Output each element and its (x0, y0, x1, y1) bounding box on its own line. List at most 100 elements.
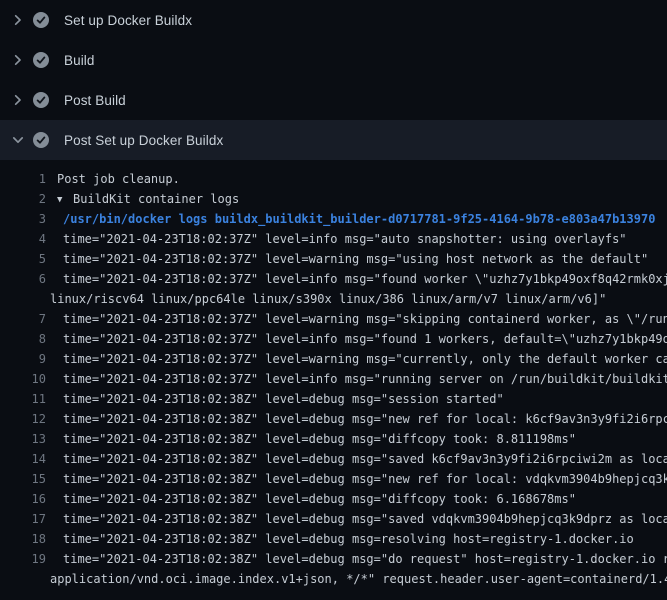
step-header-post-set-up-docker-buildx[interactable]: Post Set up Docker Buildx (0, 120, 667, 160)
log-line: 9 time="2021-04-23T18:02:37Z" level=warn… (0, 349, 667, 369)
log-line-number[interactable] (0, 569, 46, 589)
log-line: 8 time="2021-04-23T18:02:37Z" level=info… (0, 329, 667, 349)
log-line-content: time="2021-04-23T18:02:37Z" level=warnin… (63, 312, 667, 326)
log-line-content: time="2021-04-23T18:02:38Z" level=debug … (63, 512, 667, 526)
chevron-right-icon (10, 52, 26, 68)
log-line-content: time="2021-04-23T18:02:37Z" level=info m… (63, 232, 627, 246)
log-line-text: time="2021-04-23T18:02:38Z" level=debug … (46, 529, 667, 549)
log-line: 2 ▼BuildKit container logs (0, 189, 667, 209)
log-line-number[interactable]: 6 (0, 269, 46, 289)
log-line-number[interactable]: 7 (0, 309, 46, 329)
log-line: 15 time="2021-04-23T18:02:38Z" level=deb… (0, 469, 667, 489)
log-line-number[interactable]: 9 (0, 349, 46, 369)
check-circle-icon (33, 132, 49, 148)
log-line: 19 time="2021-04-23T18:02:38Z" level=deb… (0, 549, 667, 569)
log-line-number[interactable]: 16 (0, 489, 46, 509)
log-line-text: time="2021-04-23T18:02:38Z" level=debug … (46, 589, 667, 591)
log-line: 5 time="2021-04-23T18:02:37Z" level=warn… (0, 249, 667, 269)
chevron-down-icon (10, 132, 26, 148)
log-line: 1 Post job cleanup. (0, 169, 667, 189)
step-label: Post Build (64, 93, 126, 108)
log-line-content: time="2021-04-23T18:02:38Z" level=debug … (63, 452, 667, 466)
log-line-content: time="2021-04-23T18:02:37Z" level=warnin… (63, 352, 667, 366)
log-line-number[interactable]: 20 (0, 589, 46, 591)
log-line-text: linux/riscv64 linux/ppc64le linux/s390x … (46, 289, 667, 309)
log-line-text: time="2021-04-23T18:02:37Z" level=warnin… (46, 349, 667, 369)
chevron-right-icon (10, 12, 26, 28)
log-line-number[interactable]: 10 (0, 369, 46, 389)
log-line-text: application/vnd.oci.image.index.v1+json,… (46, 569, 667, 589)
log-line: application/vnd.oci.image.index.v1+json,… (0, 569, 667, 589)
log-line-text: time="2021-04-23T18:02:37Z" level=warnin… (46, 249, 667, 269)
log-line-text: time="2021-04-23T18:02:37Z" level=info m… (46, 329, 667, 349)
log-line-text: time="2021-04-23T18:02:38Z" level=debug … (46, 409, 667, 429)
log-line-content: linux/riscv64 linux/ppc64le linux/s390x … (50, 292, 606, 306)
log-line-content: time="2021-04-23T18:02:37Z" level=warnin… (63, 252, 648, 266)
log-group-toggle[interactable]: ▼BuildKit container logs (46, 189, 667, 209)
log-scroll-area[interactable]: 1 Post job cleanup. 2 ▼BuildKit containe… (0, 160, 667, 591)
log-line-number[interactable]: 15 (0, 469, 46, 489)
log-line: 20 time="2021-04-23T18:02:38Z" level=deb… (0, 589, 667, 591)
log-line: 12 time="2021-04-23T18:02:38Z" level=deb… (0, 409, 667, 429)
log-line-content: application/vnd.oci.image.index.v1+json,… (50, 572, 667, 586)
log-line: 16 time="2021-04-23T18:02:38Z" level=deb… (0, 489, 667, 509)
step-header-post-build[interactable]: Post Build (0, 80, 667, 120)
log-line-content: time="2021-04-23T18:02:37Z" level=info m… (63, 272, 667, 286)
log-line-number[interactable]: 19 (0, 549, 46, 569)
log-line-number[interactable] (0, 289, 46, 309)
log-line-number[interactable]: 4 (0, 229, 46, 249)
step-label: Post Set up Docker Buildx (64, 133, 223, 148)
step-header-build[interactable]: Build (0, 40, 667, 80)
log-line-text: time="2021-04-23T18:02:38Z" level=debug … (46, 449, 667, 469)
log-line: 14 time="2021-04-23T18:02:38Z" level=deb… (0, 449, 667, 469)
log-line-number[interactable]: 11 (0, 389, 46, 409)
check-circle-icon (33, 92, 49, 108)
log-line-number[interactable]: 1 (0, 169, 46, 189)
chevron-right-icon (10, 92, 26, 108)
log-line-content: BuildKit container logs (73, 192, 239, 206)
log-line-content: time="2021-04-23T18:02:38Z" level=debug … (63, 532, 634, 546)
step-header-set-up-docker-buildx[interactable]: Set up Docker Buildx (0, 0, 667, 40)
step-label: Set up Docker Buildx (64, 13, 192, 28)
group-collapse-triangle-icon: ▼ (57, 190, 73, 209)
log-line-number[interactable]: 8 (0, 329, 46, 349)
log-line: 3 /usr/bin/docker logs buildx_buildkit_b… (0, 209, 667, 229)
log-line-text: time="2021-04-23T18:02:37Z" level=info m… (46, 369, 667, 389)
log-line-content: /usr/bin/docker logs buildx_buildkit_bui… (63, 212, 655, 226)
log-line-content: time="2021-04-23T18:02:38Z" level=debug … (63, 412, 667, 426)
log-command-text: /usr/bin/docker logs buildx_buildkit_bui… (46, 209, 667, 229)
log-line: 13 time="2021-04-23T18:02:38Z" level=deb… (0, 429, 667, 449)
log-line-content: time="2021-04-23T18:02:37Z" level=info m… (63, 372, 667, 386)
log-line: 17 time="2021-04-23T18:02:38Z" level=deb… (0, 509, 667, 529)
log-line-text: time="2021-04-23T18:02:38Z" level=debug … (46, 429, 667, 449)
log-line: 11 time="2021-04-23T18:02:38Z" level=deb… (0, 389, 667, 409)
log-line-text: time="2021-04-23T18:02:38Z" level=debug … (46, 489, 667, 509)
step-label: Build (64, 53, 95, 68)
log-line: linux/riscv64 linux/ppc64le linux/s390x … (0, 289, 667, 309)
log-line-number[interactable]: 5 (0, 249, 46, 269)
log-line-number[interactable]: 13 (0, 429, 46, 449)
log-line-content: time="2021-04-23T18:02:37Z" level=info m… (63, 332, 667, 346)
log-line-text: time="2021-04-23T18:02:38Z" level=debug … (46, 549, 667, 569)
log-line: 7 time="2021-04-23T18:02:37Z" level=warn… (0, 309, 667, 329)
log-line-number[interactable]: 18 (0, 529, 46, 549)
log-line-content: time="2021-04-23T18:02:38Z" level=debug … (63, 392, 504, 406)
log-line-number[interactable]: 17 (0, 509, 46, 529)
log-line-text: time="2021-04-23T18:02:38Z" level=debug … (46, 509, 667, 529)
check-circle-icon (33, 52, 49, 68)
log-line-number[interactable]: 14 (0, 449, 46, 469)
log-line-text: time="2021-04-23T18:02:38Z" level=debug … (46, 469, 667, 489)
log-line-text: time="2021-04-23T18:02:37Z" level=info m… (46, 229, 667, 249)
log-line-content: Post job cleanup. (57, 172, 180, 186)
log-line-content: time="2021-04-23T18:02:38Z" level=debug … (63, 472, 667, 486)
log-line: 4 time="2021-04-23T18:02:37Z" level=info… (0, 229, 667, 249)
log-line-content: time="2021-04-23T18:02:38Z" level=debug … (63, 492, 576, 506)
steps-list: Set up Docker Buildx Build Post Bu (0, 0, 667, 160)
log-line: 6 time="2021-04-23T18:02:37Z" level=info… (0, 269, 667, 289)
log-line-number[interactable]: 12 (0, 409, 46, 429)
log-line-number[interactable]: 2 (0, 189, 46, 209)
log-line-number[interactable]: 3 (0, 209, 46, 229)
log-line: 18 time="2021-04-23T18:02:38Z" level=deb… (0, 529, 667, 549)
log-line-content: time="2021-04-23T18:02:38Z" level=debug … (63, 432, 576, 446)
log-line: 10 time="2021-04-23T18:02:37Z" level=inf… (0, 369, 667, 389)
